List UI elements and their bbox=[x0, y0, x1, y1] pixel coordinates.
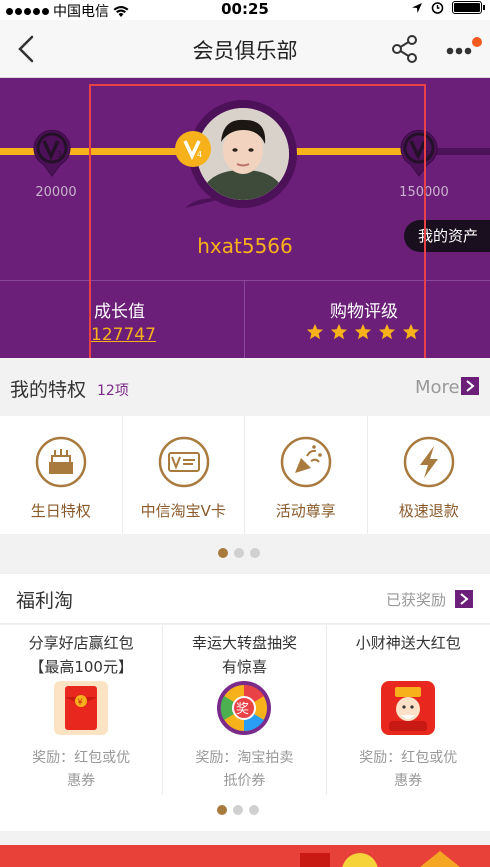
prize-wheel-icon: 奖 bbox=[217, 681, 272, 735]
fuli-item-reward: 奖励：淘宝拍卖 抵价券 bbox=[195, 750, 294, 789]
red-envelope-icon: ¥ bbox=[54, 681, 108, 735]
alarm-icon bbox=[431, 2, 444, 14]
fuli-header: 福利淘 已获奖励 bbox=[0, 574, 490, 624]
privileges-header: 我的特权 12项 More bbox=[0, 358, 490, 416]
lightning-icon bbox=[403, 436, 454, 488]
fuli-share-shop[interactable]: 分享好店赢红包 【最高100元】 ¥ 奖励：红包或优 惠券 bbox=[0, 625, 164, 795]
promo-banner[interactable] bbox=[0, 845, 490, 867]
privilege-birthday[interactable]: 生日特权 bbox=[0, 416, 123, 534]
status-bar: 中国电信 00:25 bbox=[0, 0, 490, 20]
fuli-pager bbox=[217, 805, 259, 815]
nav-bar: 会员俱乐部 bbox=[0, 20, 490, 78]
fuli-fortune-god[interactable]: 小财神送大红包 奖励：红包或优 惠券 bbox=[327, 625, 490, 795]
fuli-footer bbox=[0, 795, 490, 831]
fuli-item-reward: 奖励：红包或优 惠券 bbox=[359, 750, 458, 789]
fuli-list: 分享好店赢红包 【最高100元】 ¥ 奖励：红包或优 惠券 幸运大转盘抽奖 有惊… bbox=[0, 625, 490, 795]
fortune-god-icon bbox=[380, 681, 435, 735]
svg-text:¥: ¥ bbox=[78, 698, 83, 707]
privileges-title: 我的特权 bbox=[10, 379, 87, 401]
privilege-events[interactable]: 活动尊享 bbox=[245, 416, 368, 534]
privilege-v-card[interactable]: 中信淘宝V卡 bbox=[123, 416, 245, 534]
share-icon[interactable] bbox=[390, 34, 420, 64]
fuli-item-reward: 奖励：红包或优 惠券 bbox=[32, 750, 131, 789]
location-icon bbox=[412, 2, 422, 13]
fuli-item-title: 幸运大转盘抽奖 有惊喜 bbox=[191, 634, 297, 676]
fuli-item-title: 小财神送大红包 bbox=[355, 634, 461, 652]
fuli-item-title: 分享好店赢红包 【最高100元】 bbox=[28, 634, 134, 676]
highlight-frame bbox=[89, 84, 426, 361]
privilege-label: 生日特权 bbox=[30, 502, 91, 520]
privilege-label: 活动尊享 bbox=[275, 502, 336, 520]
privileges-more-link[interactable]: More bbox=[415, 377, 460, 398]
privilege-label: 极速退款 bbox=[398, 502, 459, 520]
more-arrow-icon[interactable] bbox=[461, 377, 479, 395]
fuli-lucky-wheel[interactable]: 幸运大转盘抽奖 有惊喜 奖 奖励：淘宝拍卖 抵价券 bbox=[163, 625, 327, 795]
privileges-list: 生日特权 中信淘宝V卡 活动尊享 极速退款 bbox=[0, 416, 490, 534]
level-v3-marker-icon: 3 bbox=[33, 129, 71, 177]
svg-text:奖: 奖 bbox=[236, 702, 249, 717]
banner-art bbox=[0, 845, 490, 867]
privilege-label: 中信淘宝V卡 bbox=[140, 502, 226, 520]
more-options-icon[interactable] bbox=[444, 34, 484, 64]
fuli-title: 福利淘 bbox=[16, 590, 74, 612]
privileges-pager bbox=[218, 548, 260, 558]
privileges-count: 12项 bbox=[97, 383, 129, 399]
birthday-cake-icon bbox=[35, 436, 87, 488]
svg-text:3: 3 bbox=[57, 150, 62, 159]
obtained-rewards-link[interactable]: 已获奖励 bbox=[386, 589, 446, 610]
battery-icon bbox=[452, 1, 485, 14]
obtained-arrow-icon[interactable] bbox=[455, 590, 473, 608]
v-card-icon bbox=[158, 436, 209, 488]
level-v3-points: 20000 bbox=[35, 185, 77, 200]
party-popper-icon bbox=[280, 436, 332, 488]
privilege-fast-refund[interactable]: 极速退款 bbox=[368, 416, 490, 534]
